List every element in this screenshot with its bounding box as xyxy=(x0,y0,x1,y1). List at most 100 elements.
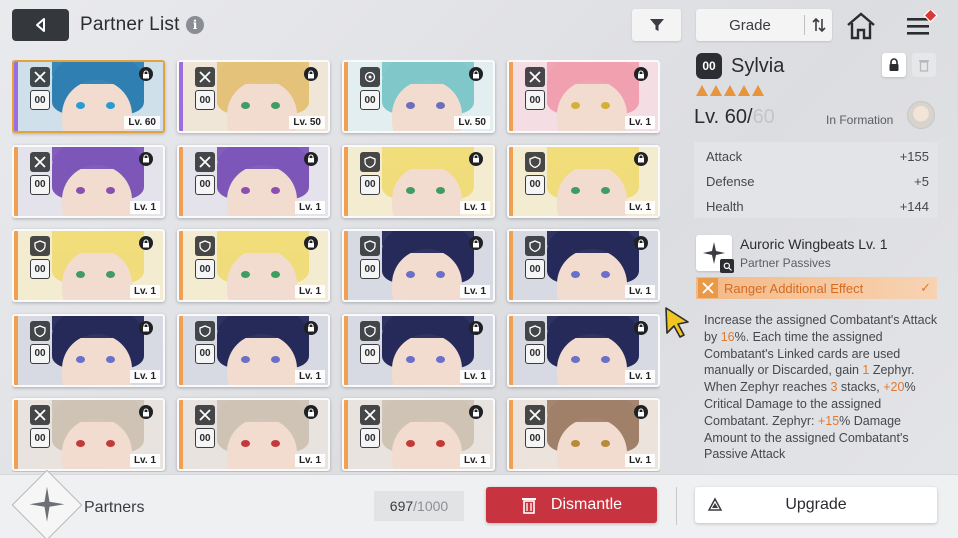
rarity-bar xyxy=(14,146,18,216)
partner-card[interactable]: 00 Lv. 1 xyxy=(507,229,660,303)
stat-value: +5 xyxy=(914,174,929,189)
lock-icon xyxy=(469,151,483,166)
menu-button[interactable] xyxy=(903,8,939,42)
filter-icon xyxy=(649,19,664,31)
partner-card[interactable]: 00 Lv. 1 xyxy=(342,144,495,218)
partner-level: Lv. 1 xyxy=(624,454,655,468)
star-icon xyxy=(738,85,750,96)
desc-value: +15 xyxy=(817,413,840,428)
crossed-swords-icon xyxy=(195,151,215,172)
partner-card[interactable]: 00 Lv. 1 xyxy=(342,313,495,387)
partner-level: Lv. 1 xyxy=(624,116,655,129)
partner-tag: 00 xyxy=(30,90,50,110)
partner-card[interactable]: 00 Lv. 1 xyxy=(507,60,660,133)
partner-card[interactable]: 00 Lv. 60 xyxy=(12,60,165,133)
lock-icon xyxy=(139,67,153,81)
target-icon xyxy=(360,67,380,87)
partner-level: Lv. 1 xyxy=(294,369,325,383)
partner-level: Lv. 1 xyxy=(459,285,490,299)
rarity-bar xyxy=(14,62,18,131)
partner-level: Lv. 1 xyxy=(129,369,160,383)
rarity-bar xyxy=(179,146,183,216)
rarity-bar xyxy=(344,62,348,131)
partner-card[interactable]: 00 Lv. 1 xyxy=(177,313,330,387)
sort-label: Grade xyxy=(729,16,771,34)
level-display: Lv. 60/60 xyxy=(694,106,775,129)
desc-value: +20 xyxy=(883,380,905,395)
search-icon xyxy=(720,259,734,273)
partner-tag: 00 xyxy=(30,259,50,280)
partner-tag: 00 xyxy=(195,90,215,110)
partner-card[interactable]: 00 Lv. 1 xyxy=(507,144,660,218)
partner-level: Lv. 1 xyxy=(624,200,655,214)
partner-tag: 00 xyxy=(525,259,545,280)
formation-label: In Formation xyxy=(826,113,894,127)
partner-tag: 00 xyxy=(360,174,380,195)
shield-icon xyxy=(525,236,545,257)
partner-card[interactable]: 00 Lv. 1 xyxy=(12,144,165,218)
upgrade-button[interactable]: Upgrade xyxy=(695,487,937,523)
partner-tag: 00 xyxy=(360,90,380,110)
partner-detail-panel: 00 Sylvia Lv. 60/60 In Formation Attack … xyxy=(694,48,944,468)
rarity-bar xyxy=(509,62,513,131)
rarity-bar xyxy=(179,231,183,301)
partner-card[interactable]: 00 Lv. 1 xyxy=(177,398,330,472)
passive-title: Auroric Wingbeats Lv. 1 xyxy=(740,236,888,252)
partner-card[interactable]: 00 Lv. 1 xyxy=(507,398,660,472)
partner-card[interactable]: 00 Lv. 50 xyxy=(177,60,330,133)
partner-tag: 00 xyxy=(195,174,215,195)
home-button[interactable] xyxy=(845,10,877,42)
partner-tag: 00 xyxy=(360,343,380,364)
partner-tag: 00 xyxy=(525,343,545,364)
rarity-bar xyxy=(14,400,18,470)
partner-card[interactable]: 00 Lv. 1 xyxy=(12,229,165,303)
sort-order-toggle[interactable] xyxy=(805,17,832,33)
partner-level: Lv. 1 xyxy=(459,454,490,468)
partner-card[interactable]: 00 Lv. 1 xyxy=(12,398,165,472)
info-icon[interactable]: i xyxy=(186,16,204,34)
lock-toggle-button[interactable] xyxy=(882,53,906,77)
ranger-effect-bar[interactable]: Ranger Additional Effect ✓ xyxy=(696,277,937,299)
partner-card[interactable]: 00 Lv. 50 xyxy=(342,60,495,133)
filter-button[interactable] xyxy=(632,9,681,41)
crossed-swords-icon xyxy=(360,405,380,426)
crossed-swords-icon xyxy=(195,67,215,87)
back-arrow-icon xyxy=(35,18,45,32)
partner-grid: 00 Lv. 60 00 Lv. 50 00 Lv. 50 00 Lv. 1 00 Lv. 1 00… xyxy=(12,60,660,472)
partner-card[interactable]: 00 Lv. 1 xyxy=(342,398,495,472)
partner-level: Lv. 1 xyxy=(294,200,325,214)
partner-card[interactable]: 00 Lv. 1 xyxy=(177,144,330,218)
shield-icon xyxy=(30,320,50,341)
passive-skill-button[interactable] xyxy=(696,235,734,273)
rarity-bar xyxy=(344,146,348,216)
lock-icon xyxy=(304,320,318,335)
back-button[interactable] xyxy=(12,9,69,41)
hamburger-menu-icon xyxy=(907,8,938,35)
partner-tag: 00 xyxy=(360,428,380,449)
discard-button[interactable] xyxy=(912,53,936,77)
sort-dropdown[interactable]: Grade xyxy=(696,9,832,41)
count-total: 1000 xyxy=(417,498,449,514)
partner-card[interactable]: 00 Lv. 1 xyxy=(507,313,660,387)
partner-level: Lv. 60 xyxy=(124,116,160,129)
partner-card[interactable]: 00 Lv. 1 xyxy=(177,229,330,303)
partner-tag: 00 xyxy=(195,343,215,364)
formation-avatar[interactable] xyxy=(907,101,935,129)
footer-divider xyxy=(676,487,677,525)
rarity-bar xyxy=(179,315,183,385)
effect-label: Ranger Additional Effect xyxy=(724,280,864,296)
stat-label: Attack xyxy=(706,149,743,164)
stat-row-health: Health +144 xyxy=(706,199,929,214)
rarity-bar xyxy=(14,231,18,301)
sort-order-icon xyxy=(811,17,826,33)
partner-tag: 00 xyxy=(195,259,215,280)
home-icon xyxy=(847,12,875,40)
rarity-bar xyxy=(509,231,513,301)
dismantle-button[interactable]: Dismantle xyxy=(486,487,657,523)
shield-icon xyxy=(525,151,545,172)
partner-card[interactable]: 00 Lv. 1 xyxy=(12,313,165,387)
lock-icon xyxy=(634,320,648,335)
lock-icon xyxy=(139,320,153,335)
stat-value: +155 xyxy=(899,149,929,164)
partner-card[interactable]: 00 Lv. 1 xyxy=(342,229,495,303)
